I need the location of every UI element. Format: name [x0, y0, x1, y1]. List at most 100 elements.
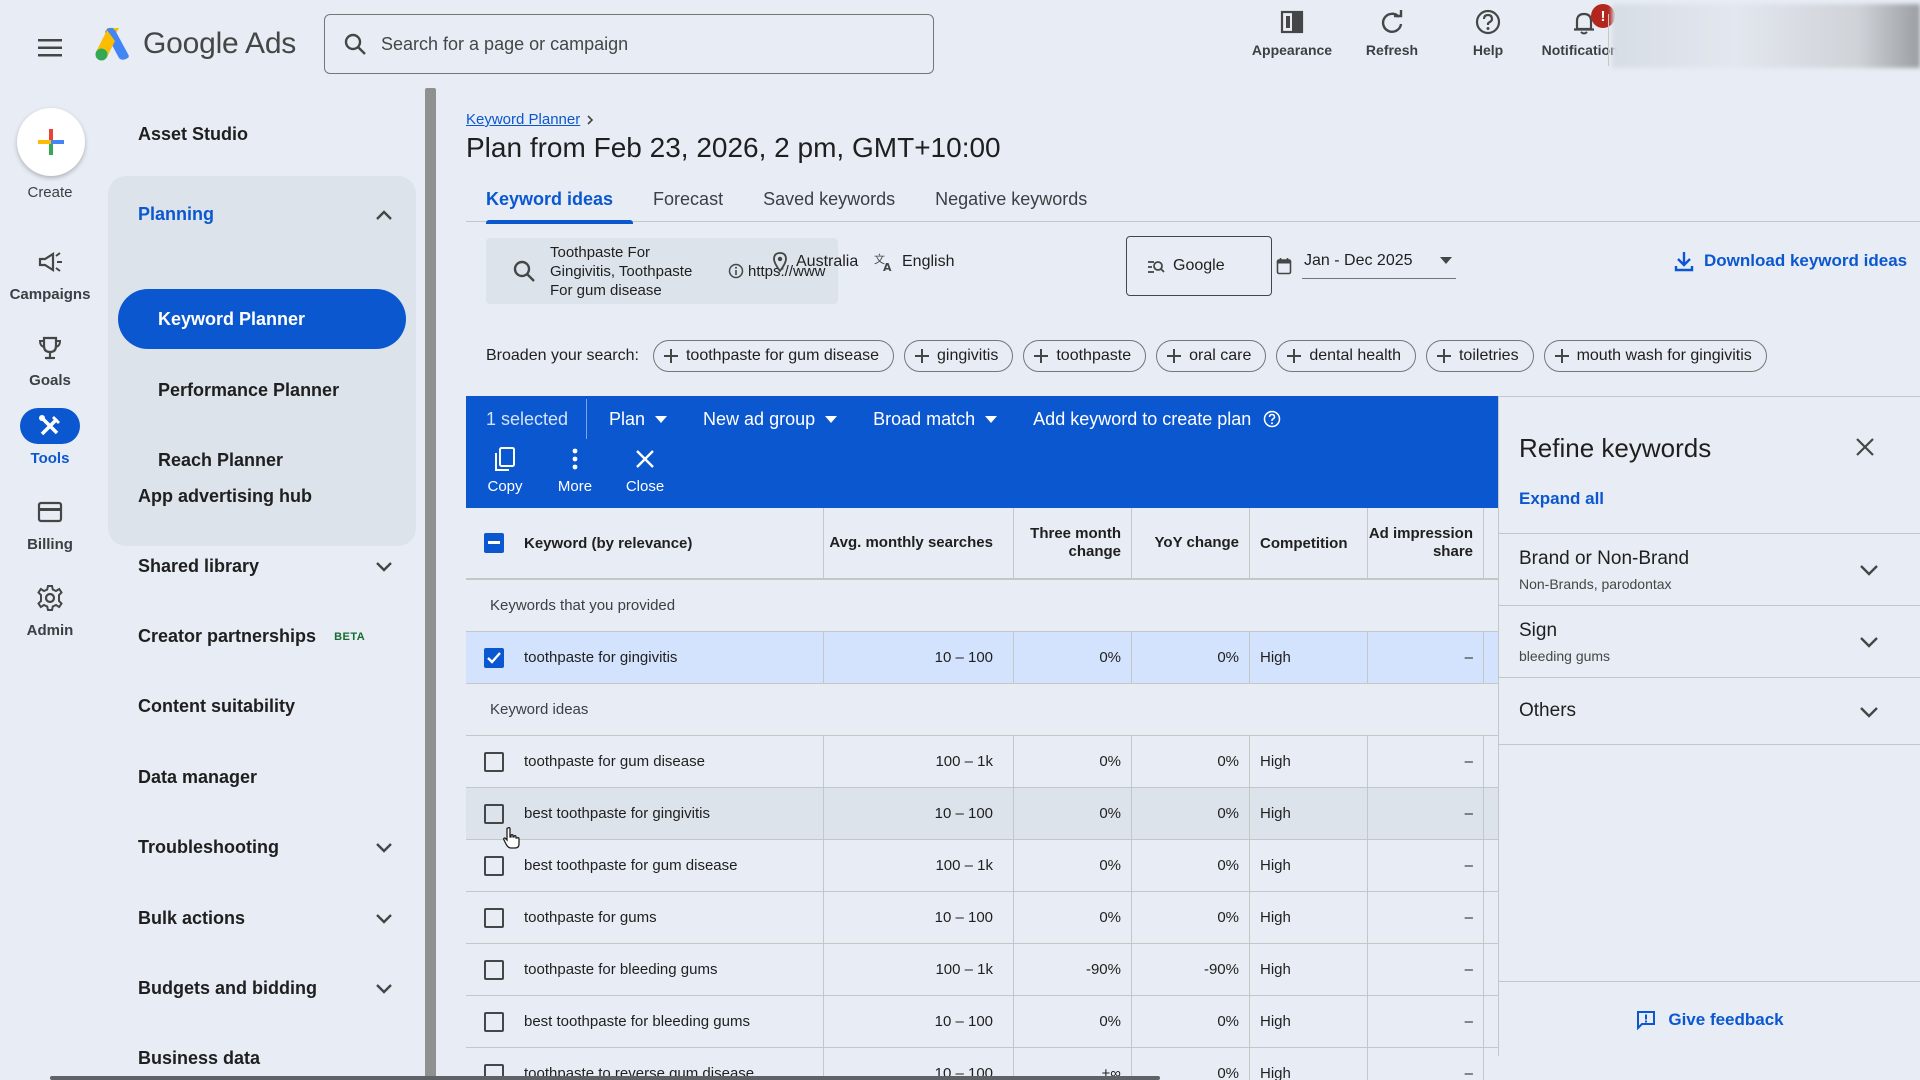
more-vert-icon: [572, 448, 578, 470]
breadcrumb[interactable]: Keyword Planner: [466, 111, 594, 128]
refresh-button[interactable]: Refresh: [1344, 8, 1440, 58]
col-ad-impression-share[interactable]: Ad impression share: [1368, 508, 1484, 578]
nav-creator-partnerships[interactable]: Creator partnerships BETA: [138, 626, 393, 647]
table-row[interactable]: toothpaste for gum disease 100 – 1k 0% 0…: [466, 736, 1498, 788]
search-input[interactable]: [381, 33, 901, 55]
refine-keywords-panel: Refine keywords Expand all Brand or Non-…: [1498, 396, 1920, 1056]
broaden-chip[interactable]: toiletries: [1425, 340, 1534, 372]
google-ads-logo[interactable]: Google Ads: [93, 26, 296, 62]
competition-cell: High: [1250, 1048, 1368, 1080]
more-button[interactable]: More: [550, 446, 600, 495]
broaden-chip-label: gingivitis: [937, 347, 999, 364]
row-checkbox[interactable]: [484, 647, 504, 668]
account-switcher-blurred[interactable]: [1612, 4, 1920, 68]
tab-negative-keywords[interactable]: Negative keywords: [915, 176, 1107, 222]
select-all-checkbox[interactable]: [484, 533, 504, 553]
date-range-select[interactable]: Jan - Dec 2025: [1302, 252, 1456, 279]
keyword-cell: toothpaste for bleeding gums: [522, 944, 824, 995]
global-search[interactable]: [324, 14, 934, 74]
col-three-month-change[interactable]: Three month change: [1014, 508, 1132, 578]
nav-keyword-planner[interactable]: Keyword Planner: [118, 289, 406, 349]
nav-business-data-label: Business data: [138, 1048, 261, 1068]
row-checkbox[interactable]: [484, 1011, 504, 1032]
appearance-button[interactable]: Appearance: [1240, 8, 1344, 58]
broaden-chip[interactable]: toothpaste for gum disease: [652, 340, 894, 372]
help-button[interactable]: Help: [1440, 8, 1536, 58]
broaden-chip[interactable]: gingivitis: [904, 340, 1014, 372]
planning-toggle[interactable]: Planning: [138, 204, 393, 225]
refine-section-sign[interactable]: Sign bleeding gums: [1499, 605, 1920, 677]
rail-billing[interactable]: Billing: [0, 494, 100, 553]
nav-reach-planner-label: Reach Planner: [158, 449, 284, 470]
network-filter[interactable]: Google: [1126, 236, 1272, 296]
breadcrumb-keyword-planner[interactable]: Keyword Planner: [466, 111, 580, 128]
location-value: Australia: [796, 253, 859, 270]
broaden-chip[interactable]: dental health: [1276, 340, 1416, 372]
broaden-chip[interactable]: mouth wash for gingivitis: [1543, 340, 1767, 372]
table-row[interactable]: best toothpaste for gingivitis 10 – 100 …: [466, 788, 1498, 840]
match-type-dropdown[interactable]: Broad match: [873, 409, 998, 430]
competition-cell: High: [1250, 736, 1368, 787]
nav-bulk-actions[interactable]: Bulk actions: [138, 908, 393, 929]
nav-troubleshooting[interactable]: Troubleshooting: [138, 837, 393, 858]
nav-business-data[interactable]: Business data: [138, 1048, 393, 1069]
horizontal-scrollbar[interactable]: [50, 1076, 1160, 1080]
table-row[interactable]: toothpaste for gums 10 – 100 0% 0% High …: [466, 892, 1498, 944]
broaden-chip[interactable]: toothpaste: [1023, 340, 1147, 372]
language-filter[interactable]: 文A English: [874, 252, 954, 272]
nav-budgets-and-bidding[interactable]: Budgets and bidding: [138, 978, 393, 999]
nav-asset-studio[interactable]: Asset Studio: [138, 124, 393, 145]
refine-section-subtitle: Non-Brands, parodontax: [1519, 576, 1672, 592]
col-competition[interactable]: Competition: [1250, 508, 1368, 578]
main-menu-button[interactable]: [28, 26, 72, 70]
broaden-chip[interactable]: oral care: [1156, 340, 1267, 372]
competition-cell: High: [1250, 632, 1368, 683]
row-checkbox[interactable]: [484, 855, 504, 876]
nav-reach-planner[interactable]: Reach Planner: [118, 430, 406, 490]
nav-shared-library[interactable]: Shared library: [138, 556, 393, 577]
col-yoy-change[interactable]: YoY change: [1132, 508, 1250, 578]
nav-scrollbar[interactable]: [425, 88, 436, 1080]
table-row[interactable]: best toothpaste for gum disease 100 – 1k…: [466, 840, 1498, 892]
add-keyword-to-plan-button[interactable]: Add keyword to create plan: [1033, 409, 1281, 430]
col-avg-monthly-searches[interactable]: Avg. monthly searches: [824, 508, 1014, 578]
table-row[interactable]: toothpaste for gingivitis 10 – 100 0% 0%…: [466, 632, 1498, 684]
rail-goals[interactable]: Goals: [0, 330, 100, 389]
table-row[interactable]: best toothpaste for bleeding gums 10 – 1…: [466, 996, 1498, 1048]
nav-performance-planner[interactable]: Performance Planner: [118, 360, 406, 420]
row-checkbox[interactable]: [484, 959, 504, 980]
expand-all-link[interactable]: Expand all: [1519, 489, 1604, 509]
give-feedback-button[interactable]: Give feedback: [1499, 981, 1920, 1057]
rail-campaigns[interactable]: Campaigns: [0, 244, 100, 303]
ad-share-cell: –: [1368, 944, 1484, 995]
caret-down-icon: [825, 415, 838, 423]
row-checkbox[interactable]: [484, 803, 504, 824]
nav-app-advertising-hub[interactable]: App advertising hub: [138, 486, 393, 507]
nav-content-suitability[interactable]: Content suitability: [138, 696, 393, 717]
row-checkbox[interactable]: [484, 751, 504, 772]
refine-section-title: Others: [1519, 700, 1577, 721]
rail-admin[interactable]: Admin: [0, 580, 100, 639]
table-row[interactable]: toothpaste for bleeding gums 100 – 1k -9…: [466, 944, 1498, 996]
hamburger-icon: [38, 39, 62, 57]
tab-forecast[interactable]: Forecast: [633, 176, 743, 222]
download-icon: [1674, 252, 1694, 272]
plan-dropdown[interactable]: Plan: [609, 409, 668, 430]
row-checkbox[interactable]: [484, 907, 504, 928]
tab-saved-keywords[interactable]: Saved keywords: [743, 176, 915, 222]
close-selection-button[interactable]: Close: [620, 446, 670, 495]
col-keyword[interactable]: Keyword (by relevance): [522, 508, 824, 578]
refine-section-others[interactable]: Others: [1499, 677, 1920, 745]
refine-section-brand[interactable]: Brand or Non-Brand Non-Brands, parodonta…: [1499, 533, 1920, 605]
create-button[interactable]: [17, 108, 85, 176]
new-ad-group-dropdown[interactable]: New ad group: [703, 409, 838, 430]
refine-close-button[interactable]: [1855, 437, 1875, 457]
date-range-filter[interactable]: Jan - Dec 2025: [1276, 252, 1456, 279]
copy-button[interactable]: Copy: [480, 446, 530, 495]
download-keyword-ideas-button[interactable]: Download keyword ideas: [1674, 250, 1907, 272]
location-filter[interactable]: Australia: [772, 252, 858, 272]
nav-data-manager[interactable]: Data manager: [138, 767, 393, 788]
tab-keyword-ideas[interactable]: Keyword ideas: [466, 176, 634, 224]
row-check-cell: [466, 892, 522, 943]
rail-tools[interactable]: Tools: [0, 408, 100, 467]
